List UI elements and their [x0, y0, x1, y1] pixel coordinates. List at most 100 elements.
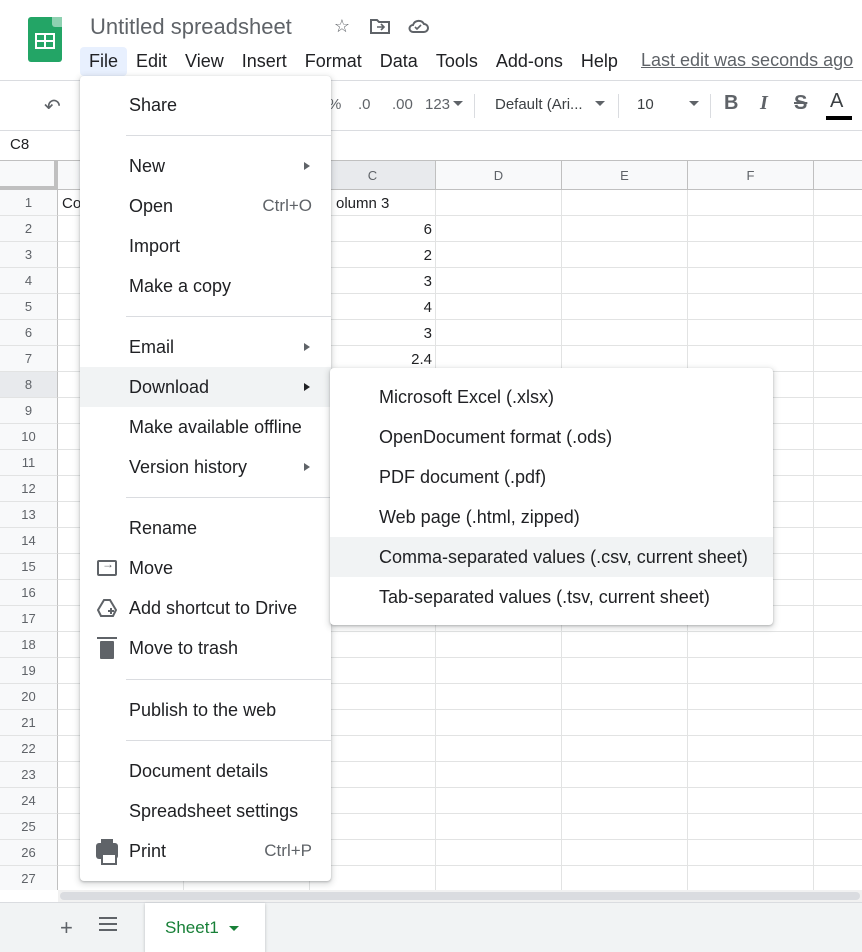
- menu-item-publish[interactable]: Publish to the web: [80, 690, 331, 730]
- sheets-logo-icon[interactable]: [28, 17, 62, 62]
- row-header[interactable]: 26: [0, 840, 58, 866]
- undo-icon[interactable]: ↶: [44, 94, 61, 119]
- sheet-tab-bar: + Sheet1: [0, 902, 862, 952]
- menu-item-open[interactable]: Open Ctrl+O: [80, 186, 331, 226]
- file-menu: Share New Open Ctrl+O Import Make a copy …: [80, 76, 331, 881]
- menu-item-move[interactable]: Move: [80, 548, 331, 588]
- menu-addons[interactable]: Add-ons: [487, 47, 572, 76]
- row-header[interactable]: 20: [0, 684, 58, 710]
- document-title[interactable]: Untitled spreadsheet: [90, 14, 292, 40]
- row-header[interactable]: 21: [0, 710, 58, 736]
- toolbar-divider: [710, 94, 711, 118]
- row-header[interactable]: 7: [0, 346, 58, 372]
- font-size-select[interactable]: 10: [637, 96, 654, 113]
- increase-decimal-button[interactable]: .00: [392, 96, 413, 113]
- last-edit-link[interactable]: Last edit was seconds ago: [641, 50, 853, 71]
- menu-file[interactable]: File: [80, 46, 128, 76]
- menu-item-add-shortcut[interactable]: Add shortcut to Drive: [80, 588, 331, 628]
- row-header[interactable]: 19: [0, 658, 58, 684]
- menu-item-offline[interactable]: Make available offline: [80, 407, 331, 447]
- menu-item-make-copy[interactable]: Make a copy: [80, 266, 331, 306]
- download-ods[interactable]: OpenDocument format (.ods): [330, 417, 773, 457]
- row-header[interactable]: 4: [0, 268, 58, 294]
- row-header[interactable]: 23: [0, 762, 58, 788]
- decrease-decimal-button[interactable]: .0: [358, 96, 371, 113]
- menu-item-trash[interactable]: Move to trash: [80, 628, 331, 668]
- chevron-down-icon: [595, 101, 605, 106]
- all-sheets-icon[interactable]: [99, 917, 117, 933]
- cloud-status-icon[interactable]: [406, 14, 430, 38]
- text-color-button[interactable]: A: [830, 90, 843, 113]
- menu-divider: [126, 497, 331, 498]
- menu-item-label: Download: [129, 376, 210, 397]
- menu-item-spreadsheet-settings[interactable]: Spreadsheet settings: [80, 791, 331, 831]
- menu-item-label: Email: [129, 336, 175, 357]
- menu-item-print[interactable]: Print Ctrl+P: [80, 831, 331, 871]
- download-xlsx[interactable]: Microsoft Excel (.xlsx): [330, 377, 773, 417]
- row-header[interactable]: 18: [0, 632, 58, 658]
- row-header[interactable]: 16: [0, 580, 58, 606]
- row-header[interactable]: 15: [0, 554, 58, 580]
- row-header[interactable]: 12: [0, 476, 58, 502]
- row-header[interactable]: 25: [0, 814, 58, 840]
- column-header-f[interactable]: F: [688, 161, 814, 190]
- menu-edit[interactable]: Edit: [127, 47, 176, 76]
- menu-item-share[interactable]: Share: [80, 85, 331, 125]
- chevron-down-icon[interactable]: [228, 925, 239, 931]
- menu-item-rename[interactable]: Rename: [80, 508, 331, 548]
- row-header[interactable]: 3: [0, 242, 58, 268]
- menu-item-import[interactable]: Import: [80, 226, 331, 266]
- download-html[interactable]: Web page (.html, zipped): [330, 497, 773, 537]
- horizontal-scrollbar[interactable]: [58, 890, 862, 902]
- row-header[interactable]: 27: [0, 866, 58, 890]
- row-header[interactable]: 17: [0, 606, 58, 632]
- row-header[interactable]: 14: [0, 528, 58, 554]
- row-header[interactable]: 13: [0, 502, 58, 528]
- cell-c1[interactable]: olumn 3: [336, 190, 389, 216]
- select-all-corner[interactable]: [0, 161, 58, 190]
- menu-tools[interactable]: Tools: [427, 47, 487, 76]
- menu-item-new[interactable]: New: [80, 146, 331, 186]
- menu-item-version-history[interactable]: Version history: [80, 447, 331, 487]
- menu-item-label: Rename: [129, 517, 198, 538]
- menu-help[interactable]: Help: [572, 47, 627, 76]
- row-header[interactable]: 6: [0, 320, 58, 346]
- row-header[interactable]: 5: [0, 294, 58, 320]
- menu-item-label: Make a copy: [129, 275, 232, 296]
- menu-view[interactable]: View: [176, 47, 233, 76]
- name-box[interactable]: C8: [10, 136, 29, 153]
- scrollbar-thumb[interactable]: [60, 892, 860, 900]
- sheet-tab[interactable]: Sheet1: [145, 903, 265, 952]
- download-csv[interactable]: Comma-separated values (.csv, current sh…: [330, 537, 773, 577]
- row-header[interactable]: 1: [0, 190, 58, 216]
- menu-item-document-details[interactable]: Document details: [80, 751, 331, 791]
- bold-button[interactable]: B: [724, 92, 738, 115]
- strikethrough-button[interactable]: S: [794, 92, 807, 115]
- menu-format[interactable]: Format: [296, 47, 371, 76]
- column-header-g[interactable]: [814, 161, 862, 190]
- download-tsv[interactable]: Tab-separated values (.tsv, current shee…: [330, 577, 773, 617]
- download-pdf[interactable]: PDF document (.pdf): [330, 457, 773, 497]
- menu-item-download[interactable]: Download: [80, 367, 331, 407]
- print-icon: [96, 839, 118, 865]
- font-family-select[interactable]: Default (Ari...: [495, 96, 583, 113]
- menu-data[interactable]: Data: [371, 47, 427, 76]
- sheet-tab-label: Sheet1: [165, 918, 219, 937]
- move-folder-icon[interactable]: [368, 14, 392, 38]
- number-format-button[interactable]: 123: [425, 96, 450, 113]
- column-header-d[interactable]: D: [436, 161, 562, 190]
- row-header[interactable]: 2: [0, 216, 58, 242]
- row-header[interactable]: 10: [0, 424, 58, 450]
- column-header-e[interactable]: E: [562, 161, 688, 190]
- row-header[interactable]: 8: [0, 372, 58, 398]
- row-header[interactable]: 11: [0, 450, 58, 476]
- row-header[interactable]: 9: [0, 398, 58, 424]
- italic-button[interactable]: I: [760, 92, 768, 115]
- row-header[interactable]: 22: [0, 736, 58, 762]
- menu-insert[interactable]: Insert: [233, 47, 296, 76]
- add-sheet-icon[interactable]: +: [60, 915, 73, 941]
- menu-item-email[interactable]: Email: [80, 327, 331, 367]
- cell-a1[interactable]: Co: [62, 190, 81, 216]
- star-icon[interactable]: ☆: [330, 14, 354, 38]
- row-header[interactable]: 24: [0, 788, 58, 814]
